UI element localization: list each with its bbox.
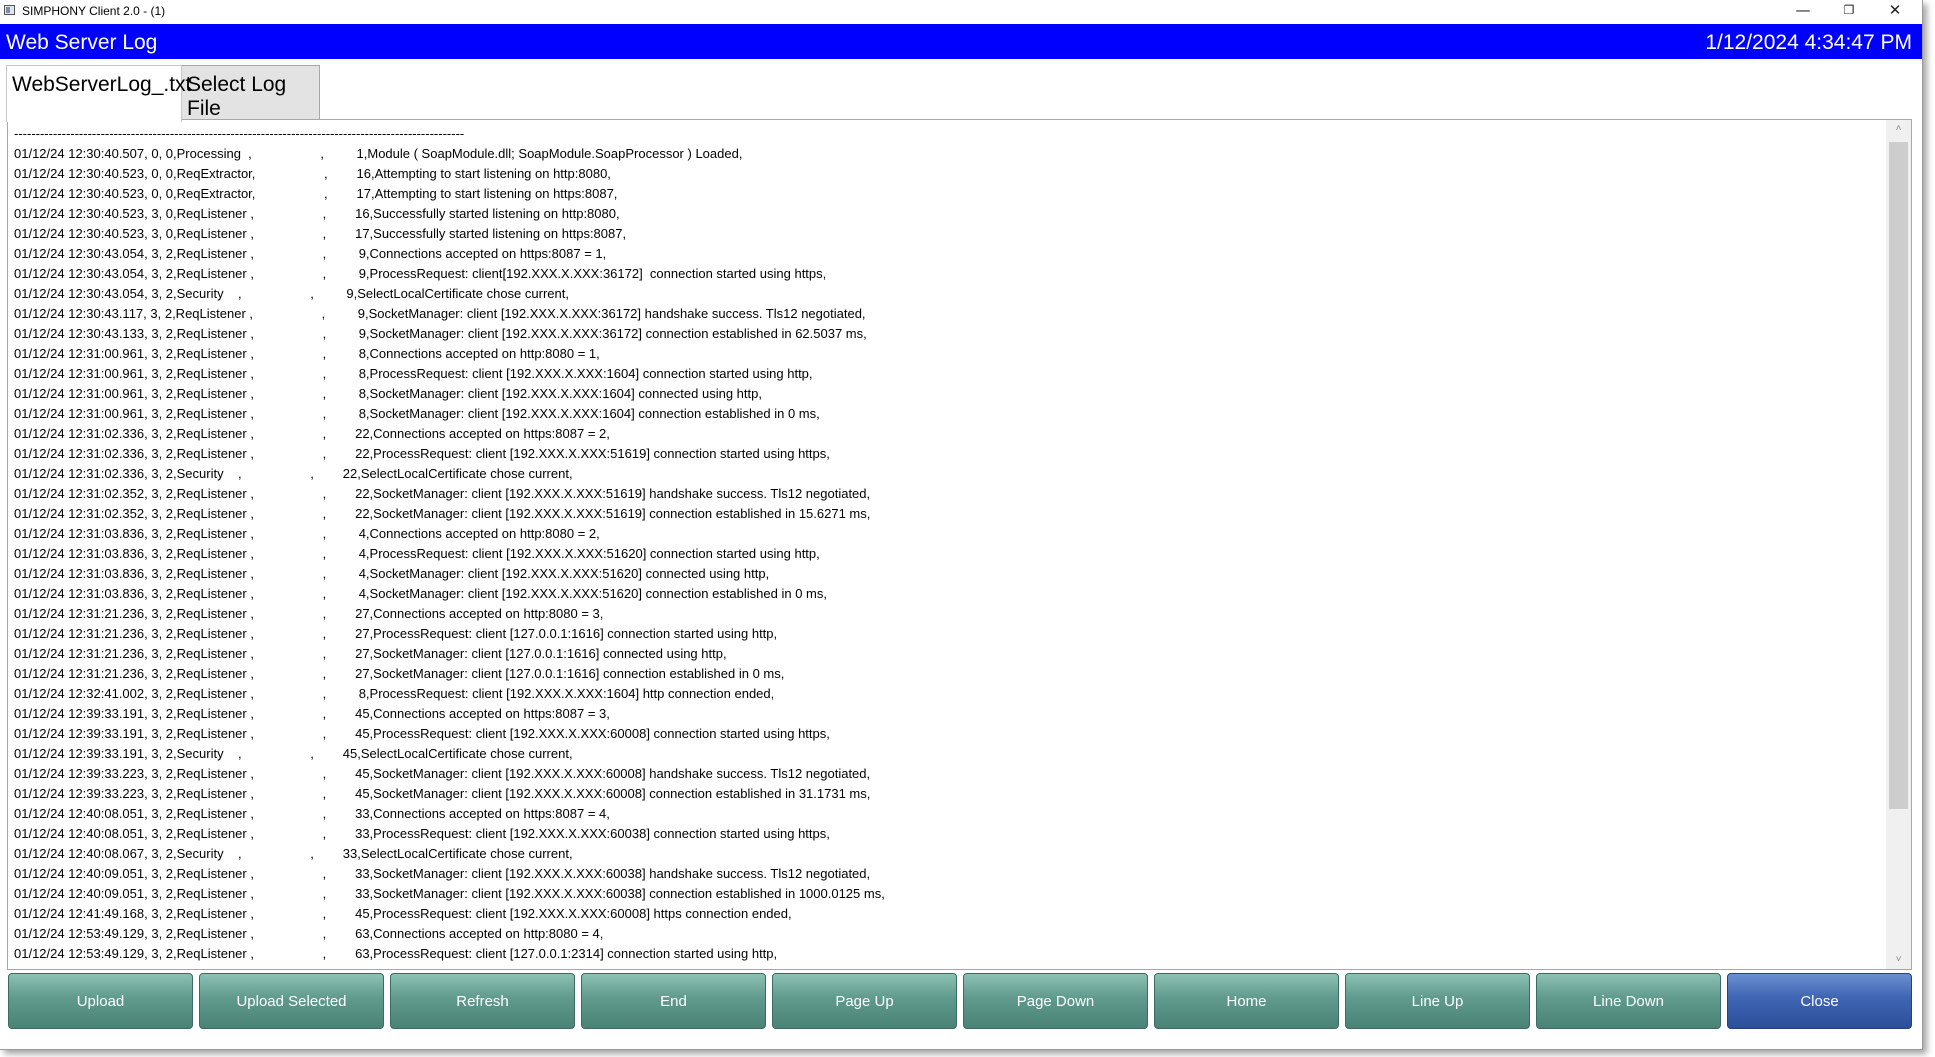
log-line: 01/12/24 12:31:02.336, 3, 2,Security , ,… xyxy=(14,466,573,481)
line-up-button[interactable]: Line Up xyxy=(1345,973,1530,1029)
log-line: 01/12/24 12:31:02.336, 3, 2,ReqListener … xyxy=(14,446,830,461)
log-line: 01/12/24 12:31:02.336, 3, 2,ReqListener … xyxy=(14,426,610,441)
log-line: 01/12/24 12:40:08.051, 3, 2,ReqListener … xyxy=(14,826,830,841)
log-line: 01/12/24 12:30:43.133, 3, 2,ReqListener … xyxy=(14,326,867,341)
restore-button[interactable]: ❐ xyxy=(1826,0,1872,22)
log-line: 01/12/24 12:40:09.051, 3, 2,ReqListener … xyxy=(14,886,885,901)
log-line: 01/12/24 12:39:33.191, 3, 2,ReqListener … xyxy=(14,726,830,741)
log-line: 01/12/24 12:31:00.961, 3, 2,ReqListener … xyxy=(14,366,813,381)
log-line: ----------------------------------------… xyxy=(14,126,465,141)
log-line: 01/12/24 12:39:33.223, 3, 2,ReqListener … xyxy=(14,786,871,801)
scroll-thumb[interactable] xyxy=(1889,142,1908,809)
scroll-up-icon[interactable]: ˄ xyxy=(1886,120,1911,138)
log-line: 01/12/24 12:31:03.836, 3, 2,ReqListener … xyxy=(14,526,600,541)
log-line: 01/12/24 12:31:03.836, 3, 2,ReqListener … xyxy=(14,546,820,561)
log-line: 01/12/24 12:31:00.961, 3, 2,ReqListener … xyxy=(14,346,600,361)
log-line: 01/12/24 12:39:33.191, 3, 2,ReqListener … xyxy=(14,706,610,721)
tab-strip: WebServerLog_.txt Select Log File xyxy=(0,60,1922,122)
log-line: 01/12/24 12:31:02.352, 3, 2,ReqListener … xyxy=(14,506,871,521)
title-bar: SIMPHONY Client 2.0 - (1) — ❐ ✕ xyxy=(0,0,1922,22)
log-line: 01/12/24 12:31:21.236, 3, 2,ReqListener … xyxy=(14,666,785,681)
log-line: 01/12/24 12:31:00.961, 3, 2,ReqListener … xyxy=(14,406,820,421)
action-button-bar: Upload Upload Selected Refresh End Page … xyxy=(8,973,1913,1029)
page-up-button[interactable]: Page Up xyxy=(772,973,957,1029)
log-line: 01/12/24 12:30:40.523, 3, 0,ReqListener … xyxy=(14,226,627,241)
log-line: 01/12/24 12:31:21.236, 3, 2,ReqListener … xyxy=(14,626,778,641)
scroll-down-icon[interactable]: ˅ xyxy=(1886,951,1911,969)
log-line: 01/12/24 12:39:33.191, 3, 2,Security , ,… xyxy=(14,746,573,761)
refresh-button[interactable]: Refresh xyxy=(390,973,575,1029)
log-viewer[interactable]: ----------------------------------------… xyxy=(7,119,1912,970)
log-line: 01/12/24 12:31:03.836, 3, 2,ReqListener … xyxy=(14,566,770,581)
close-button[interactable]: Close xyxy=(1727,973,1912,1029)
tab-select-log-file[interactable]: Select Log File xyxy=(181,65,320,120)
log-line: 01/12/24 12:30:40.507, 0, 0,Processing ,… xyxy=(14,146,743,161)
app-icon xyxy=(4,5,15,15)
log-line: 01/12/24 12:32:41.002, 3, 2,ReqListener … xyxy=(14,686,775,701)
log-line: 01/12/24 12:53:49.129, 3, 2,ReqListener … xyxy=(14,946,778,961)
log-line: 01/12/24 12:31:21.236, 3, 2,ReqListener … xyxy=(14,646,727,661)
home-button[interactable]: Home xyxy=(1154,973,1339,1029)
log-line: 01/12/24 12:31:03.836, 3, 2,ReqListener … xyxy=(14,586,827,601)
log-line: 01/12/24 12:31:00.961, 3, 2,ReqListener … xyxy=(14,386,762,401)
log-line: 01/12/24 12:31:21.236, 3, 2,ReqListener … xyxy=(14,606,604,621)
log-line: 01/12/24 12:30:43.054, 3, 2,ReqListener … xyxy=(14,246,607,261)
page-title: Web Server Log xyxy=(6,31,158,54)
window-title: SIMPHONY Client 2.0 - (1) xyxy=(22,4,166,18)
log-line: 01/12/24 12:30:40.523, 0, 0,ReqExtractor… xyxy=(14,186,618,201)
log-line: 01/12/24 12:30:43.117, 3, 2,ReqListener … xyxy=(14,306,866,321)
minimize-button[interactable]: — xyxy=(1780,0,1826,22)
log-line: 01/12/24 12:40:09.051, 3, 2,ReqListener … xyxy=(14,866,871,881)
vertical-scrollbar[interactable]: ˄ ˅ xyxy=(1886,120,1911,969)
end-button[interactable]: End xyxy=(581,973,766,1029)
log-line: 01/12/24 12:39:33.223, 3, 2,ReqListener … xyxy=(14,766,871,781)
datetime-display: 1/12/2024 4:34:47 PM xyxy=(1705,31,1912,54)
window-close-button[interactable]: ✕ xyxy=(1872,0,1918,22)
header-bar: Web Server Log 1/12/2024 4:34:47 PM xyxy=(0,24,1922,59)
upload-button[interactable]: Upload xyxy=(8,973,193,1029)
log-line: 01/12/24 12:53:49.129, 3, 2,ReqListener … xyxy=(14,926,604,941)
page-down-button[interactable]: Page Down xyxy=(963,973,1148,1029)
log-line: 01/12/24 12:30:43.054, 3, 2,ReqListener … xyxy=(14,266,827,281)
upload-selected-button[interactable]: Upload Selected xyxy=(199,973,384,1029)
log-line: 01/12/24 12:30:40.523, 3, 0,ReqListener … xyxy=(14,206,620,221)
log-line: 01/12/24 12:30:43.054, 3, 2,Security , ,… xyxy=(14,286,569,301)
log-line: 01/12/24 12:31:02.352, 3, 2,ReqListener … xyxy=(14,486,871,501)
log-line: 01/12/24 12:30:40.523, 0, 0,ReqExtractor… xyxy=(14,166,611,181)
log-line: 01/12/24 12:40:08.051, 3, 2,ReqListener … xyxy=(14,806,610,821)
log-line: 01/12/24 12:40:08.067, 3, 2,Security , ,… xyxy=(14,846,573,861)
log-lines: ----------------------------------------… xyxy=(14,124,1881,964)
line-down-button[interactable]: Line Down xyxy=(1536,973,1721,1029)
app-window: SIMPHONY Client 2.0 - (1) — ❐ ✕ Web Serv… xyxy=(0,0,1923,1050)
tab-log-file[interactable]: WebServerLog_.txt xyxy=(6,65,191,122)
log-line: 01/12/24 12:41:49.168, 3, 2,ReqListener … xyxy=(14,906,792,921)
